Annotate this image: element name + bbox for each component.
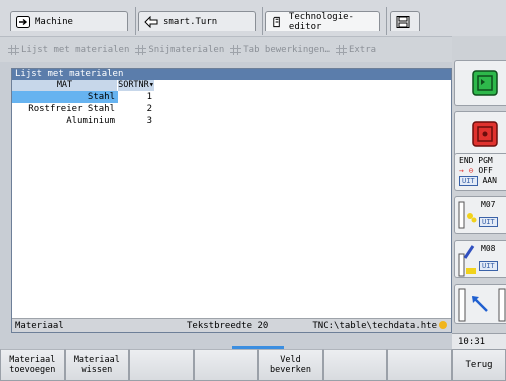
status-file-path: TNC:\table\techdata.hte <box>312 320 437 331</box>
menu-tab-bewerkingen-label: Tab bewerkingen… <box>243 44 330 55</box>
uit-badge: UIT <box>459 176 478 186</box>
tab-smart-turn[interactable]: smart.Turn <box>138 11 256 31</box>
menu-tab-bewerkingen[interactable]: Tab bewerkingen… <box>230 44 330 55</box>
menu-snijmaterialen[interactable]: Snijmaterialen <box>135 44 225 55</box>
m07-state: UIT <box>479 217 498 227</box>
save-icon <box>396 15 410 28</box>
end-pgm-label: END PGM <box>459 156 493 165</box>
cell-sortnr[interactable]: 2 <box>118 103 155 115</box>
green-start-key[interactable] <box>454 60 506 106</box>
smart-turn-icon <box>144 15 158 28</box>
tool-arrow-icon <box>458 288 506 322</box>
cell-mat[interactable]: Stahl <box>12 91 118 103</box>
panel-title: Lijst met materialen <box>12 69 451 80</box>
end-pgm-toggle-row: UIT AAN <box>455 176 506 186</box>
terug-button[interactable]: Terug <box>452 349 506 381</box>
cell-sortnr[interactable]: 1 <box>118 91 155 103</box>
off-label: OFF <box>478 166 493 175</box>
status-text-width: Tekstbreedte 20 <box>187 320 269 331</box>
table-icon <box>8 44 19 55</box>
arrow-icon: → <box>459 166 464 175</box>
softkey-veld-beverken[interactable]: Veld beverken <box>258 349 323 381</box>
tab-bar: Machine smart.Turn Technologie-editor <box>0 0 506 36</box>
m07-label: M07 <box>481 200 496 209</box>
red-stop-key[interactable] <box>454 111 506 157</box>
softkey-empty-6[interactable] <box>322 349 388 381</box>
softkey-empty-4[interactable] <box>193 349 259 381</box>
tab-machine[interactable]: Machine <box>10 11 128 31</box>
cell-mat[interactable]: Rostfreier Stahl <box>12 103 118 115</box>
menu-extra-label: Extra <box>348 44 377 55</box>
table-header: MAT SORTNR▾ <box>12 80 451 91</box>
tab-separator <box>135 7 136 35</box>
softkey-materiaal-wissen[interactable]: Materiaal wissen <box>64 349 130 381</box>
column-header-sortnr[interactable]: SORTNR▾ <box>118 80 155 91</box>
column-header-mat[interactable]: MAT <box>12 80 118 91</box>
tab-machine-label: Machine <box>35 16 73 27</box>
bottom-strip <box>0 333 452 347</box>
tab-smart-turn-label: smart.Turn <box>163 16 218 27</box>
m08-state: UIT <box>479 261 498 271</box>
tab-separator <box>386 7 387 35</box>
arrow-right-icon <box>16 15 30 28</box>
sort-icon: ▾ <box>148 80 154 90</box>
coolant-icon <box>458 201 477 229</box>
status-file-path-wrap: TNC:\table\techdata.hte <box>307 320 451 331</box>
cell-mat[interactable]: Aluminium <box>12 115 118 127</box>
status-bar: Materiaal Tekstbreedte 20 TNC:\table\tec… <box>12 318 451 332</box>
menu-lijst-met-materialen[interactable]: Lijst met materialen <box>8 44 130 55</box>
table-row[interactable]: Aluminium 3 <box>12 115 451 127</box>
tab-technologie-editor-label: Technologie-editor <box>288 11 354 32</box>
coolant-nozzle-icon <box>458 245 476 277</box>
menu-snijmaterialen-label: Snijmaterialen <box>148 44 225 55</box>
menu-bar: Lijst met materialen Snijmaterialen Tab … <box>0 36 452 62</box>
clock: 10:31 <box>452 333 506 349</box>
table-icon <box>230 44 242 55</box>
cell-sortnr[interactable]: 3 <box>118 115 155 127</box>
column-header-sortnr-label: SORTNR <box>118 80 149 90</box>
end-pgm-off-row: → ⊖ OFF <box>455 166 506 176</box>
uit-badge: UIT <box>479 217 498 227</box>
off-icon: ⊖ <box>468 166 474 175</box>
status-field-name: Materiaal <box>15 320 64 331</box>
vertical-softkey-bar: END PGM → ⊖ OFF UIT AAN M07 UIT M08 UIT <box>452 36 506 333</box>
program-start-icon <box>472 70 498 96</box>
uit-badge: UIT <box>479 261 498 271</box>
tab-separator <box>262 7 263 35</box>
softkey-materiaal-toevoegen[interactable]: Materiaal toevoegen <box>0 349 65 381</box>
coolant-m07-key[interactable]: M07 UIT <box>454 196 506 234</box>
tab-save[interactable] <box>390 11 420 31</box>
warning-icon <box>439 320 447 329</box>
menu-extra[interactable]: Extra <box>335 44 377 55</box>
end-pgm-key[interactable]: END PGM → ⊖ OFF UIT AAN <box>454 153 506 191</box>
m08-label: M08 <box>481 244 496 253</box>
table-row[interactable]: Stahl 1 <box>12 91 451 103</box>
table-icon <box>135 44 147 55</box>
materials-panel: Lijst met materialen MAT SORTNR▾ Stahl 1… <box>11 68 452 333</box>
coolant-m08-key[interactable]: M08 UIT <box>454 240 506 278</box>
softkey-empty-7[interactable] <box>387 349 452 381</box>
tool-direction-key[interactable] <box>454 284 506 324</box>
table-row[interactable]: Rostfreier Stahl 2 <box>12 103 451 115</box>
editor-icon <box>273 16 280 27</box>
program-stop-icon <box>472 121 498 147</box>
softkey-row: Materiaal toevoegen Materiaal wissen Vel… <box>0 349 452 381</box>
table-icon <box>335 44 347 55</box>
tab-technologie-editor[interactable]: Technologie-editor <box>265 11 380 32</box>
aan-label: AAN <box>482 176 497 185</box>
menu-lijst-label: Lijst met materialen <box>21 44 130 55</box>
softkey-empty-3[interactable] <box>129 349 194 381</box>
